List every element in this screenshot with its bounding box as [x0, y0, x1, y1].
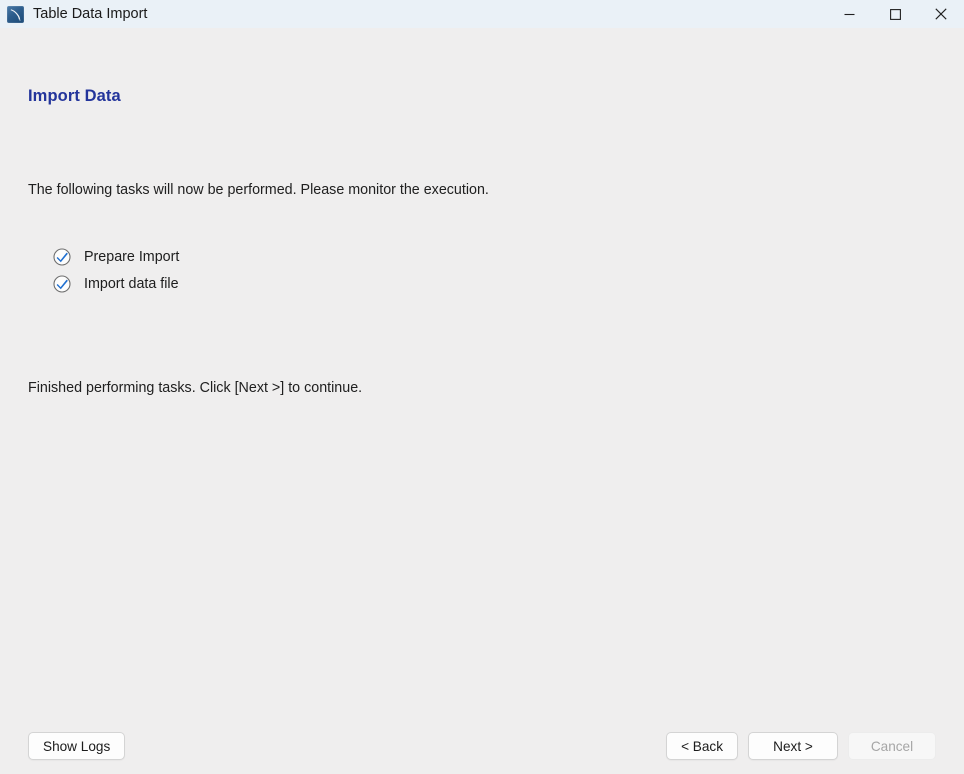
intro-text: The following tasks will now be performe… [28, 182, 489, 198]
cancel-button: Cancel [848, 732, 936, 760]
task-row: Prepare Import [53, 243, 179, 270]
status-text: Finished performing tasks. Click [Next >… [28, 380, 363, 396]
window-titlebar: Table Data Import [0, 0, 964, 28]
import-data-panel: Import Data The following tasks will now… [0, 28, 964, 718]
footer-nav-buttons: < Back Next > Cancel [666, 732, 936, 760]
window-title: Table Data Import [33, 5, 148, 22]
show-logs-button[interactable]: Show Logs [28, 732, 126, 760]
maximize-icon[interactable] [872, 0, 918, 28]
task-list: Prepare Import Import data file [53, 243, 179, 297]
mysql-workbench-dolphin-icon [7, 5, 24, 23]
task-label: Import data file [84, 275, 179, 292]
page-title: Import Data [28, 87, 121, 105]
task-label: Prepare Import [84, 248, 180, 265]
table-data-import-window: Table Data Import Import Data The follow… [0, 0, 964, 774]
titlebar-left-group: Table Data Import [0, 5, 826, 23]
check-circle-icon [53, 274, 71, 293]
back-button[interactable]: < Back [666, 732, 738, 760]
minimize-icon[interactable] [826, 0, 872, 28]
check-circle-icon [53, 247, 71, 266]
task-row: Import data file [53, 270, 179, 297]
dialog-footer: Show Logs < Back Next > Cancel [0, 718, 964, 774]
next-button[interactable]: Next > [748, 732, 838, 760]
close-icon[interactable] [918, 0, 964, 28]
window-controls [826, 0, 964, 28]
